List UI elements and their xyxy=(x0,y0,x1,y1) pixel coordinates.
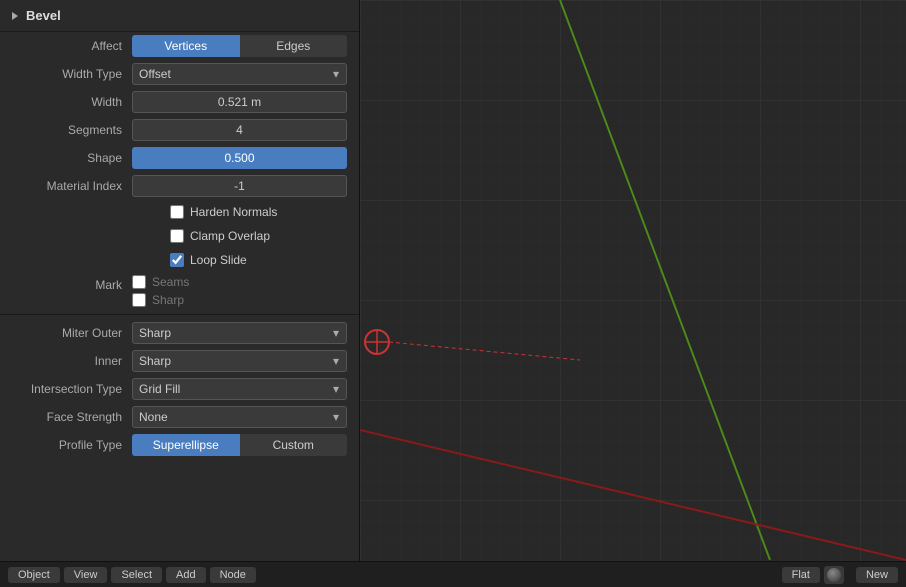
bevel-panel: Bevel Affect Vertices Edges Width Type O… xyxy=(0,0,360,561)
affect-edges-button[interactable]: Edges xyxy=(240,35,348,57)
intersection-type-label: Intersection Type xyxy=(12,382,132,396)
bottom-bar: Object View Select Add Node Flat New xyxy=(0,561,906,587)
affect-row: Affect Vertices Edges xyxy=(0,32,359,60)
width-type-label: Width Type xyxy=(12,67,132,81)
sphere-icon[interactable] xyxy=(824,566,844,584)
affect-label: Affect xyxy=(12,39,132,53)
divider-1 xyxy=(0,314,359,315)
inner-wrapper: Sharp Arc xyxy=(132,350,347,372)
select-button[interactable]: Select xyxy=(111,567,162,583)
profile-superellipse-button[interactable]: Superellipse xyxy=(132,434,240,456)
width-input[interactable] xyxy=(132,91,347,113)
profile-custom-button[interactable]: Custom xyxy=(240,434,348,456)
affect-buttons: Vertices Edges xyxy=(132,35,347,57)
harden-normals-row: Harden Normals xyxy=(0,200,359,224)
intersection-type-wrapper: Grid Fill Cutoff xyxy=(132,378,347,400)
mark-row: Mark Seams Sharp xyxy=(0,272,359,310)
material-index-row: Material Index xyxy=(0,172,359,200)
seams-row: Seams xyxy=(132,275,189,289)
miter-outer-row: Miter Outer Sharp Patch Arc xyxy=(0,319,359,347)
shape-control xyxy=(132,147,347,169)
collapse-triangle-icon xyxy=(12,12,18,20)
width-type-wrapper: Offset xyxy=(132,63,347,85)
miter-outer-wrapper: Sharp Patch Arc xyxy=(132,322,347,344)
clamp-overlap-label: Clamp Overlap xyxy=(170,229,270,243)
shape-input[interactable] xyxy=(132,147,347,169)
segments-row: Segments xyxy=(0,116,359,144)
width-control xyxy=(132,91,347,113)
face-strength-wrapper: None New Affected All xyxy=(132,406,347,428)
object-button[interactable]: Object xyxy=(8,567,60,583)
harden-normals-label: Harden Normals xyxy=(170,205,277,219)
face-strength-row: Face Strength None New Affected All xyxy=(0,403,359,431)
width-row: Width xyxy=(0,88,359,116)
bevel-title: Bevel xyxy=(26,8,61,23)
intersection-type-row: Intersection Type Grid Fill Cutoff xyxy=(0,375,359,403)
profile-type-row: Profile Type Superellipse Custom xyxy=(0,431,359,459)
loop-slide-label: Loop Slide xyxy=(170,253,247,267)
node-button[interactable]: Node xyxy=(210,567,256,583)
material-index-control xyxy=(132,175,347,197)
width-type-dropdown[interactable]: Offset xyxy=(132,63,347,85)
sharp-row: Sharp xyxy=(132,293,189,307)
clamp-overlap-checkbox[interactable] xyxy=(170,229,184,243)
miter-outer-label: Miter Outer xyxy=(12,326,132,340)
intersection-type-dropdown[interactable]: Grid Fill Cutoff xyxy=(132,378,347,400)
profile-type-control: Superellipse Custom xyxy=(132,434,347,456)
add-button[interactable]: Add xyxy=(166,567,206,583)
width-type-row: Width Type Offset xyxy=(0,60,359,88)
viewport[interactable] xyxy=(360,0,906,561)
flat-button[interactable]: Flat xyxy=(782,567,820,583)
inner-label: Inner xyxy=(12,354,132,368)
clamp-overlap-row: Clamp Overlap xyxy=(0,224,359,248)
segments-label: Segments xyxy=(12,123,132,137)
material-index-input[interactable] xyxy=(132,175,347,197)
view-button[interactable]: View xyxy=(64,567,108,583)
face-strength-dropdown[interactable]: None New Affected All xyxy=(132,406,347,428)
profile-type-label: Profile Type xyxy=(12,438,132,452)
segments-control xyxy=(132,119,347,141)
harden-normals-checkbox[interactable] xyxy=(170,205,184,219)
mark-checks: Seams Sharp xyxy=(132,275,189,307)
sharp-checkbox[interactable] xyxy=(132,293,146,307)
material-index-label: Material Index xyxy=(12,179,132,193)
bevel-section-header[interactable]: Bevel xyxy=(0,0,359,32)
profile-buttons: Superellipse Custom xyxy=(132,434,347,456)
shape-label: Shape xyxy=(12,151,132,165)
seams-checkbox[interactable] xyxy=(132,275,146,289)
segments-input[interactable] xyxy=(132,119,347,141)
viewport-canvas xyxy=(360,0,906,561)
new-button[interactable]: New xyxy=(856,567,898,583)
affect-toggle-group: Vertices Edges xyxy=(132,35,347,57)
face-strength-label: Face Strength xyxy=(12,410,132,424)
loop-slide-row: Loop Slide xyxy=(0,248,359,272)
inner-row: Inner Sharp Arc xyxy=(0,347,359,375)
loop-slide-checkbox[interactable] xyxy=(170,253,184,267)
affect-vertices-button[interactable]: Vertices xyxy=(132,35,240,57)
width-label: Width xyxy=(12,95,132,109)
inner-dropdown[interactable]: Sharp Arc xyxy=(132,350,347,372)
seams-label: Seams xyxy=(152,275,189,289)
sharp-label: Sharp xyxy=(152,293,184,307)
miter-outer-dropdown[interactable]: Sharp Patch Arc xyxy=(132,322,347,344)
shape-row: Shape xyxy=(0,144,359,172)
mark-label: Mark xyxy=(12,275,132,292)
